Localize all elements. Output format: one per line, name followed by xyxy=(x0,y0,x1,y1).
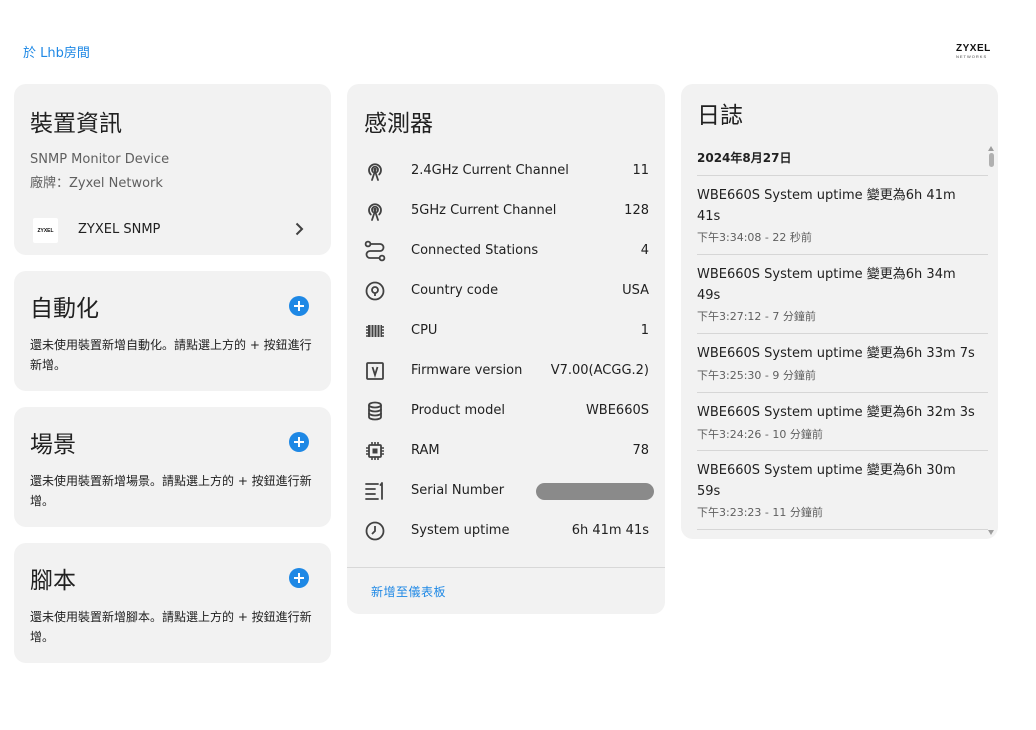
zyxel-brand-logo: ZYXEL NETWORKS xyxy=(956,44,992,60)
scenes-empty-text: 還未使用裝置新增場景。請點選上方的 + 按鈕進行新增。 xyxy=(30,474,312,508)
sensors-card: 感測器 2.4GHz Current Channel 11 5GHz Curre… xyxy=(347,84,665,614)
connections-icon xyxy=(364,240,386,262)
logbook-entry-time: 下午3:27:12 - 7 分鐘前 xyxy=(697,310,816,323)
sensor-row-2-4ghz-channel[interactable]: 2.4GHz Current Channel 11 xyxy=(347,151,665,191)
sensor-name: Country code xyxy=(411,283,499,298)
sensor-row-cpu[interactable]: CPU 1 xyxy=(347,311,665,351)
firmware-icon xyxy=(366,362,384,380)
memory-chip-icon xyxy=(366,325,384,337)
integration-row[interactable]: ZYXEL ZYXEL SNMP xyxy=(14,214,331,246)
automation-card: 自動化 還未使用裝置新增自動化。請點選上方的 + 按鈕進行新增。 xyxy=(14,271,331,391)
sensor-row-product-model[interactable]: Product model WBE660S xyxy=(347,391,665,431)
logbook-entry-message: WBE660S System uptime 變更為6h 34m 49s xyxy=(697,267,956,303)
database-icon xyxy=(368,401,382,421)
device-model-line: SNMP Monitor Device xyxy=(30,152,170,167)
sensor-row-firmware-version[interactable]: Firmware version V7.00(ACGG.2) xyxy=(347,351,665,391)
brand-logo-text: ZYXEL xyxy=(956,43,991,54)
integration-name: ZYXEL SNMP xyxy=(78,222,161,237)
sensor-value: 4 xyxy=(640,243,649,258)
sensor-name: Firmware version xyxy=(411,363,523,378)
logbook-entry[interactable]: WBE660S System uptime 變更為6h 32m 3s 下午3:2… xyxy=(697,392,988,451)
sensor-row-country-code[interactable]: Country code USA xyxy=(347,271,665,311)
sensor-value: 128 xyxy=(624,203,649,218)
sensor-name: Serial Number xyxy=(411,483,505,498)
divider xyxy=(347,567,665,568)
logbook-entry-time: 下午3:24:26 - 10 分鐘前 xyxy=(697,428,823,441)
chip-icon xyxy=(366,442,384,460)
logbook-title: 日誌 xyxy=(697,103,743,129)
logbook-date-header: 2024年8月27日 xyxy=(697,151,792,165)
logbook-entry[interactable]: WBE660S System uptime 變更為6h 33m 7s 下午3:2… xyxy=(697,333,988,392)
sensor-value: V7.00(ACGG.2) xyxy=(550,363,649,378)
sensor-row-connected-stations[interactable]: Connected Stations 4 xyxy=(347,231,665,271)
logbook-entry-message: WBE660S System uptime 變更為6h 30m 59s xyxy=(697,463,956,499)
sensor-value: 1 xyxy=(640,323,649,338)
sensor-value: 6h 41m 41s xyxy=(571,523,649,538)
list-icon xyxy=(365,482,383,500)
logbook-entry[interactable]: WBE660S System uptime 變更為6h 30m 59s 下午3:… xyxy=(697,450,988,530)
scroll-up-arrow-icon[interactable] xyxy=(988,146,994,151)
logbook-entry-time: 下午3:34:08 - 22 秒前 xyxy=(697,231,812,244)
chevron-right-icon xyxy=(295,222,304,236)
sensor-value: 11 xyxy=(632,163,649,178)
add-automation-button[interactable] xyxy=(289,296,309,316)
antenna-icon xyxy=(368,163,382,181)
scenes-card: 場景 還未使用裝置新增場景。請點選上方的 + 按鈕進行新增。 xyxy=(14,407,331,527)
logbook-entry[interactable]: WBE660S System uptime 變更為6h 41m 41s 下午3:… xyxy=(697,175,988,255)
device-info-title: 裝置資訊 xyxy=(30,111,122,137)
area-link[interactable]: 於 Lhb房間 xyxy=(23,42,90,61)
scroll-down-arrow-icon[interactable] xyxy=(988,530,994,535)
sensor-name: System uptime xyxy=(411,523,510,538)
sensor-row-system-uptime[interactable]: System uptime 6h 41m 41s xyxy=(347,511,665,551)
clock-icon xyxy=(365,521,385,541)
scripts-empty-text: 還未使用裝置新增腳本。請點選上方的 + 按鈕進行新增。 xyxy=(30,610,312,644)
scroll-thumb[interactable] xyxy=(989,153,994,167)
sensor-name: Product model xyxy=(411,403,505,418)
map-marker-icon xyxy=(365,281,385,301)
logbook-entry-time: 下午3:23:23 - 11 分鐘前 xyxy=(697,506,823,519)
integration-logo-text: ZYXEL xyxy=(37,227,54,234)
device-info-card: 裝置資訊 SNMP Monitor Device 廠牌：Zyxel Networ… xyxy=(14,84,331,255)
logbook-entry-message: WBE660S System uptime 變更為6h 41m 41s xyxy=(697,188,956,224)
add-script-button[interactable] xyxy=(289,568,309,588)
integration-logo: ZYXEL xyxy=(33,218,58,243)
sensor-name: Connected Stations xyxy=(411,243,539,258)
scenes-title: 場景 xyxy=(30,432,76,458)
logbook-entry-message: WBE660S System uptime 變更為6h 32m 3s xyxy=(697,405,975,420)
brand-logo-subtext: NETWORKS xyxy=(956,54,988,59)
sensor-name: 5GHz Current Channel xyxy=(411,203,557,218)
logbook-entry[interactable]: WBE660S System uptime 變更為6h 34m 49s 下午3:… xyxy=(697,254,988,334)
device-brand-line: 廠牌：Zyxel Network xyxy=(30,176,163,191)
add-to-dashboard-button[interactable]: 新增至儀表板 xyxy=(371,583,446,600)
logbook-card: 日誌 2024年8月27日 WBE660S System uptime 變更為6… xyxy=(681,84,998,539)
sensor-name: RAM xyxy=(411,443,440,458)
sensor-row-serial-number[interactable]: Serial Number xyxy=(347,471,665,511)
automation-empty-text: 還未使用裝置新增自動化。請點選上方的 + 按鈕進行新增。 xyxy=(30,338,312,372)
automation-title: 自動化 xyxy=(30,296,99,322)
sensor-row-5ghz-channel[interactable]: 5GHz Current Channel 128 xyxy=(347,191,665,231)
scripts-title: 腳本 xyxy=(30,568,76,594)
add-scene-button[interactable] xyxy=(289,432,309,452)
top-bar: 於 Lhb房間 ZYXEL NETWORKS xyxy=(0,0,1036,84)
antenna-icon xyxy=(368,203,382,221)
logbook-entry-message: WBE660S System uptime 變更為6h 33m 7s xyxy=(697,346,975,361)
sensor-name: 2.4GHz Current Channel xyxy=(411,163,569,178)
scripts-card: 腳本 還未使用裝置新增腳本。請點選上方的 + 按鈕進行新增。 xyxy=(14,543,331,663)
logbook-entry-time: 下午3:25:30 - 9 分鐘前 xyxy=(697,369,816,382)
sensor-name: CPU xyxy=(411,323,438,338)
sensor-value: WBE660S xyxy=(585,403,649,418)
sensor-row-ram[interactable]: RAM 78 xyxy=(347,431,665,471)
sensors-title: 感測器 xyxy=(364,111,433,137)
sensor-value: USA xyxy=(622,283,649,298)
sensor-value: 78 xyxy=(632,443,649,458)
redacted-serial-value xyxy=(536,483,654,500)
logbook-scrollbar[interactable] xyxy=(987,146,995,536)
